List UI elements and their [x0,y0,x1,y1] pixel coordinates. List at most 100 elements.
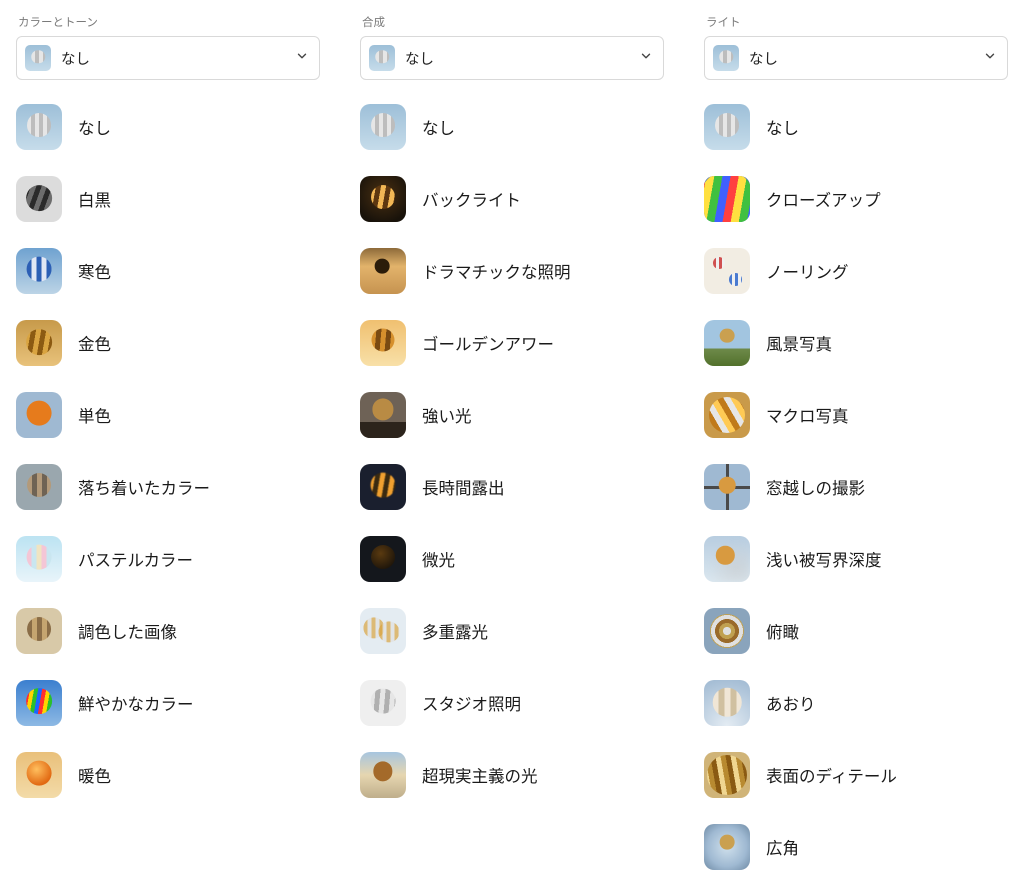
options-list: なしクローズアップノーリング風景写真マクロ写真窓越しの撮影浅い被写界深度俯瞰あお… [704,102,1008,872]
option-label: 暖色 [78,763,111,787]
option-label: 長時間露出 [422,475,505,499]
option-label: マクロ写真 [766,403,849,427]
dropdown-selected-label: なし [405,48,629,69]
option-label: 風景写真 [766,331,832,355]
column-title: カラーとトーン [18,14,320,30]
dropdown-selected-label: なし [61,48,285,69]
option-multi-exposure[interactable]: 多重露光 [360,606,664,656]
option-through-window[interactable]: 窓越しの撮影 [704,462,1008,512]
option-thumbnail [16,752,62,798]
option-landscape[interactable]: 風景写真 [704,318,1008,368]
dropdown-thumbnail [369,45,395,71]
option-backlight[interactable]: バックライト [360,174,664,224]
option-thumbnail [704,320,750,366]
option-label: 俯瞰 [766,619,799,643]
option-thumbnail [360,536,406,582]
option-thumbnail [16,248,62,294]
option-label: ノーリング [766,259,849,283]
option-label: 白黒 [78,187,111,211]
option-thumbnail [704,752,750,798]
option-surreal-light[interactable]: 超現実主義の光 [360,750,664,800]
option-toned[interactable]: 調色した画像 [16,606,320,656]
color-tone-dropdown[interactable]: なし [16,36,320,80]
option-label: 単色 [78,403,111,427]
option-label: 鮮やかなカラー [78,691,194,715]
dropdown-selected-label: なし [749,48,973,69]
chevron-down-icon [983,49,997,67]
option-vibrant[interactable]: 鮮やかなカラー [16,678,320,728]
option-gold[interactable]: 金色 [16,318,320,368]
option-thumbnail [704,464,750,510]
option-pastel[interactable]: パステルカラー [16,534,320,584]
option-hard-light[interactable]: 強い光 [360,390,664,440]
option-thumbnail [360,176,406,222]
option-thumbnail [360,248,406,294]
column-title: 合成 [362,14,664,30]
option-label: 多重露光 [422,619,488,643]
option-label: 強い光 [422,403,472,427]
option-label: バックライト [422,187,521,211]
column-color-tone: カラーとトーンなしなし白黒寒色金色単色落ち着いたカラーパステルカラー調色した画像… [16,14,320,872]
option-monochrome[interactable]: 単色 [16,390,320,440]
option-none[interactable]: なし [704,102,1008,152]
option-wide-angle[interactable]: 広角 [704,822,1008,872]
option-thumbnail [16,320,62,366]
option-low-light[interactable]: 微光 [360,534,664,584]
option-closeup[interactable]: クローズアップ [704,174,1008,224]
option-thumbnail [360,104,406,150]
option-thumbnail [360,680,406,726]
option-muted[interactable]: 落ち着いたカラー [16,462,320,512]
option-thumbnail [360,320,406,366]
option-studio-lighting[interactable]: スタジオ照明 [360,678,664,728]
option-label: 窓越しの撮影 [766,475,865,499]
option-looking-up[interactable]: あおり [704,678,1008,728]
option-bw[interactable]: 白黒 [16,174,320,224]
option-dramatic-lighting[interactable]: ドラマチックな照明 [360,246,664,296]
option-label: 表面のディテール [766,763,897,787]
option-none[interactable]: なし [16,102,320,152]
option-label: パステルカラー [78,547,193,571]
option-shallow-dof[interactable]: 浅い被写界深度 [704,534,1008,584]
option-thumbnail [360,392,406,438]
chevron-down-icon [295,49,309,67]
option-macro[interactable]: マクロ写真 [704,390,1008,440]
option-label: クローズアップ [766,187,881,211]
option-thumbnail [16,176,62,222]
option-label: 落ち着いたカラー [78,475,210,499]
option-thumbnail [360,464,406,510]
option-label: 浅い被写界深度 [766,547,882,571]
option-label: 微光 [422,547,455,571]
option-thumbnail [704,392,750,438]
option-thumbnail [704,536,750,582]
option-thumbnail [16,608,62,654]
option-surface-detail[interactable]: 表面のディテール [704,750,1008,800]
option-thumbnail [16,392,62,438]
option-cool[interactable]: 寒色 [16,246,320,296]
option-thumbnail [704,824,750,870]
option-thumbnail [16,536,62,582]
option-label: 広角 [766,835,799,859]
option-knolling[interactable]: ノーリング [704,246,1008,296]
option-label: なし [78,115,111,139]
column-light: ライトなしなしクローズアップノーリング風景写真マクロ写真窓越しの撮影浅い被写界深… [704,14,1008,872]
option-thumbnail [360,608,406,654]
option-long-exposure[interactable]: 長時間露出 [360,462,664,512]
options-list: なし白黒寒色金色単色落ち着いたカラーパステルカラー調色した画像鮮やかなカラー暖色 [16,102,320,800]
light-dropdown[interactable]: なし [704,36,1008,80]
option-thumbnail [704,608,750,654]
option-thumbnail [704,680,750,726]
option-none[interactable]: なし [360,102,664,152]
option-thumbnail [16,680,62,726]
option-label: ゴールデンアワー [422,331,554,355]
option-label: あおり [766,691,816,715]
option-label: なし [422,115,455,139]
option-warm[interactable]: 暖色 [16,750,320,800]
dropdown-thumbnail [713,45,739,71]
composition-dropdown[interactable]: なし [360,36,664,80]
option-label: 金色 [78,331,111,355]
option-thumbnail [360,752,406,798]
option-thumbnail [16,104,62,150]
option-top-down[interactable]: 俯瞰 [704,606,1008,656]
option-golden-hour[interactable]: ゴールデンアワー [360,318,664,368]
option-thumbnail [16,464,62,510]
